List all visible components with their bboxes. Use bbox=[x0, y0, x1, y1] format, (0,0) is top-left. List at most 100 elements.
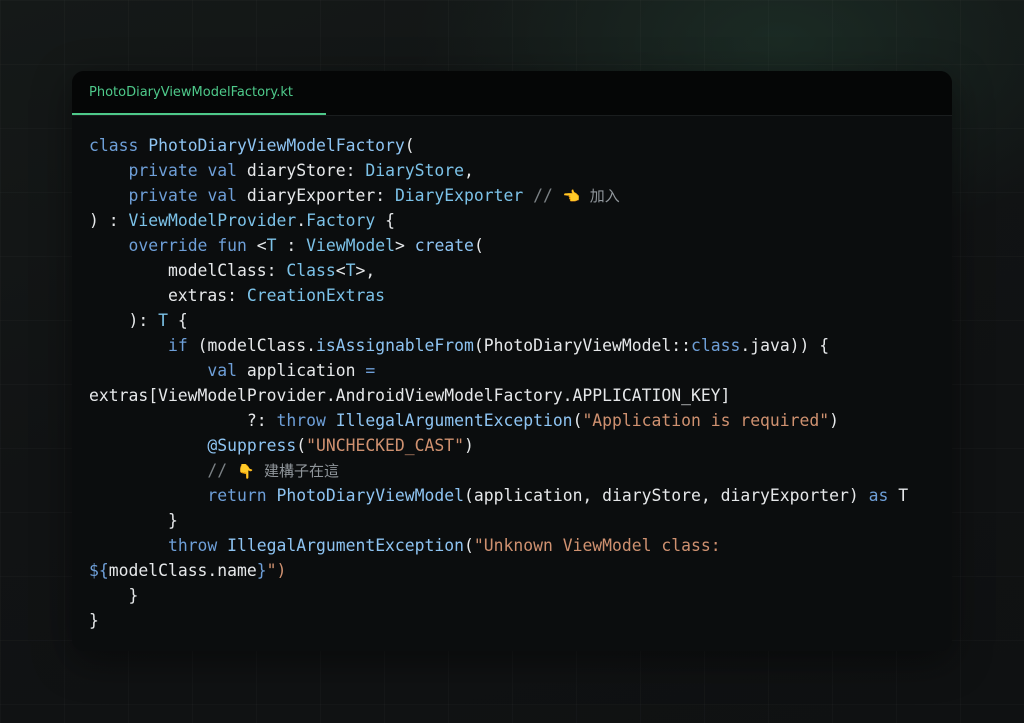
code-token: extras[ViewModelProvider.AndroidViewMode… bbox=[89, 386, 731, 405]
comment-token: 建構子在這 bbox=[254, 462, 340, 480]
type-token: Class bbox=[286, 261, 336, 280]
code-line: override fun <T : ViewModel> create( bbox=[89, 233, 908, 258]
code-token: ( bbox=[572, 411, 583, 430]
keyword-token: } bbox=[256, 561, 267, 580]
code-token: ( bbox=[404, 136, 415, 155]
type-token: T bbox=[158, 311, 168, 330]
emoji-token: 👈 bbox=[562, 189, 581, 205]
code-token: ): bbox=[89, 311, 159, 330]
code-token: (modelClass. bbox=[187, 336, 316, 355]
type-token: CreationExtras bbox=[246, 286, 386, 305]
code-line: if (modelClass.isAssignableFrom(PhotoDia… bbox=[89, 333, 908, 358]
code-token: { bbox=[167, 311, 188, 330]
code-card: PhotoDiaryViewModelFactory.kt class Phot… bbox=[72, 71, 952, 651]
code-line: extras[ViewModelProvider.AndroidViewMode… bbox=[89, 383, 908, 408]
keyword-token: fun bbox=[217, 236, 247, 255]
code-block[interactable]: class PhotoDiaryViewModelFactory( privat… bbox=[89, 133, 908, 633]
type-token: T bbox=[266, 236, 277, 255]
function-token: isAssignableFrom bbox=[316, 336, 474, 355]
code-line: modelClass: Class<T>, bbox=[89, 258, 908, 283]
string-token: ") bbox=[266, 561, 287, 580]
keyword-token: class bbox=[691, 336, 741, 355]
code-line: ): T { bbox=[89, 308, 908, 333]
code-token: , bbox=[464, 161, 474, 180]
keyword-token: return bbox=[207, 486, 267, 505]
code-token: modelClass.name bbox=[108, 561, 257, 580]
comment-token: // bbox=[89, 461, 238, 480]
code-line: private val diaryExporter: DiaryExporter… bbox=[89, 183, 908, 208]
type-token: ViewModel bbox=[306, 236, 395, 255]
keyword-token: throw bbox=[167, 536, 218, 555]
code-token: diaryStore: bbox=[237, 161, 366, 180]
code-line: ${modelClass.name}") bbox=[89, 558, 908, 583]
code-token: . bbox=[296, 211, 307, 230]
code-token: } bbox=[89, 511, 178, 530]
keyword-token: val bbox=[207, 186, 238, 205]
string-token: "UNCHECKED_CAST" bbox=[306, 436, 464, 455]
code-token: >, bbox=[355, 261, 376, 280]
code-token: { bbox=[375, 211, 395, 230]
comment-token: 加入 bbox=[580, 187, 620, 205]
code-line: } bbox=[89, 508, 908, 533]
keyword-token: override bbox=[128, 236, 208, 255]
code-line: @Suppress("UNCHECKED_CAST") bbox=[89, 433, 908, 458]
editor-tab-bar: PhotoDiaryViewModelFactory.kt bbox=[72, 71, 952, 116]
code-token: extras: bbox=[89, 286, 247, 305]
code-line: // 👇 建構子在這 bbox=[89, 458, 908, 483]
keyword-token: ${ bbox=[89, 561, 109, 580]
code-token: modelClass: bbox=[89, 261, 287, 280]
keyword-token: = bbox=[365, 361, 376, 380]
code-token: : bbox=[276, 236, 307, 255]
function-token: PhotoDiaryViewModel bbox=[276, 486, 465, 505]
code-line: } bbox=[89, 583, 908, 608]
code-token: ) bbox=[829, 411, 840, 430]
tab-file[interactable]: PhotoDiaryViewModelFactory.kt bbox=[72, 71, 326, 115]
function-token: PhotoDiaryViewModelFactory bbox=[148, 136, 405, 155]
code-token: ( bbox=[296, 436, 307, 455]
code-token: application bbox=[237, 361, 366, 380]
code-token: diaryExporter: bbox=[237, 186, 395, 205]
code-line: throw IllegalArgumentException("Unknown … bbox=[89, 533, 908, 558]
code-line: extras: CreationExtras bbox=[89, 283, 908, 308]
code-token: ) : bbox=[89, 211, 129, 230]
code-token: ?: bbox=[89, 411, 277, 430]
code-line: ?: throw IllegalArgumentException("Appli… bbox=[89, 408, 908, 433]
code-token: > bbox=[394, 236, 415, 255]
code-token: .java)) { bbox=[740, 336, 830, 355]
keyword-token: if bbox=[167, 336, 188, 355]
code-token: T bbox=[888, 486, 909, 505]
keyword-token: val bbox=[207, 161, 238, 180]
code-token: } bbox=[89, 586, 139, 605]
code-line: class PhotoDiaryViewModelFactory( bbox=[89, 133, 908, 158]
keyword-token: as bbox=[868, 486, 889, 505]
string-token: "Application is required" bbox=[582, 411, 830, 430]
function-token: @Suppress bbox=[207, 436, 297, 455]
code-token: < bbox=[335, 261, 346, 280]
string-token: "Unknown ViewModel class: bbox=[473, 536, 721, 555]
code-token: ( bbox=[464, 536, 474, 555]
keyword-token: private bbox=[128, 186, 198, 205]
code-line: ) : ViewModelProvider.Factory { bbox=[89, 208, 908, 233]
type-token: DiaryStore bbox=[365, 161, 465, 180]
code-line: private val diaryStore: DiaryStore, bbox=[89, 158, 908, 183]
code-token: < bbox=[246, 236, 267, 255]
code-token: } bbox=[89, 611, 99, 630]
type-token: T bbox=[345, 261, 356, 280]
comment-token: // bbox=[523, 186, 563, 205]
keyword-token: throw bbox=[276, 411, 326, 430]
type-token: DiaryExporter bbox=[394, 186, 524, 205]
code-token: ) bbox=[464, 436, 474, 455]
keyword-token: val bbox=[207, 361, 238, 380]
